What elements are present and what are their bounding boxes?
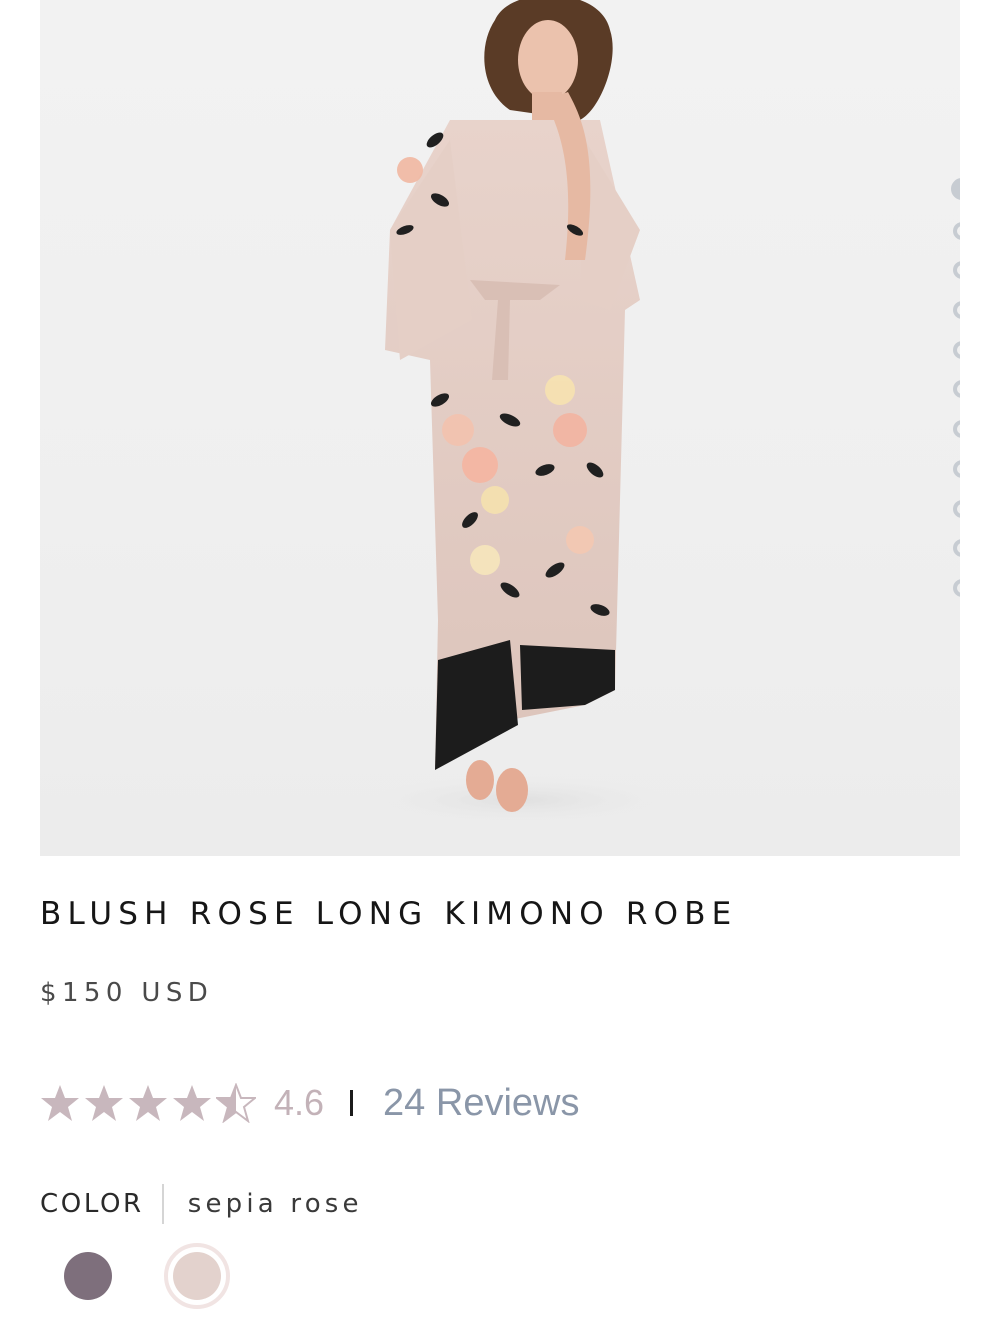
rating-value: 4.6 <box>274 1082 325 1123</box>
product-photo <box>350 0 690 826</box>
gallery-dot[interactable] <box>953 499 960 518</box>
star-icon <box>85 1085 123 1121</box>
gallery-dot[interactable] <box>953 380 960 399</box>
star-icon <box>129 1085 167 1121</box>
color-label: COLOR <box>40 1189 144 1219</box>
divider <box>161 1184 164 1224</box>
star-half-icon <box>216 1083 256 1123</box>
reviews-link[interactable]: 24 Reviews <box>383 1082 579 1125</box>
product-price: $150 USD <box>40 978 214 1008</box>
gallery-dot[interactable] <box>953 420 960 439</box>
color-selector-header: COLOR sepia rose <box>40 1182 363 1226</box>
color-swatch-mauve[interactable] <box>64 1252 112 1300</box>
gallery-dot[interactable] <box>953 578 960 597</box>
rating-stars <box>40 1083 256 1123</box>
gallery-dot[interactable] <box>953 221 960 240</box>
gallery-pagination <box>949 178 960 619</box>
star-icon <box>173 1085 211 1121</box>
product-rating: 4.6 24 Reviews <box>40 1078 579 1128</box>
gallery-dot[interactable] <box>953 539 960 558</box>
selected-color-name: sepia rose <box>187 1189 363 1219</box>
gallery-dot[interactable] <box>953 340 960 359</box>
product-title: BLUSH ROSE LONG KIMONO ROBE <box>40 896 738 932</box>
color-swatch-sepia-rose[interactable] <box>164 1243 230 1309</box>
gallery-dot[interactable] <box>953 459 960 478</box>
gallery-dot[interactable] <box>951 178 960 200</box>
star-icon <box>41 1085 79 1121</box>
gallery-dot[interactable] <box>953 301 960 320</box>
gallery-dot[interactable] <box>953 261 960 280</box>
product-image[interactable] <box>40 0 960 856</box>
divider <box>350 1090 354 1116</box>
color-swatch-fill <box>173 1252 221 1300</box>
